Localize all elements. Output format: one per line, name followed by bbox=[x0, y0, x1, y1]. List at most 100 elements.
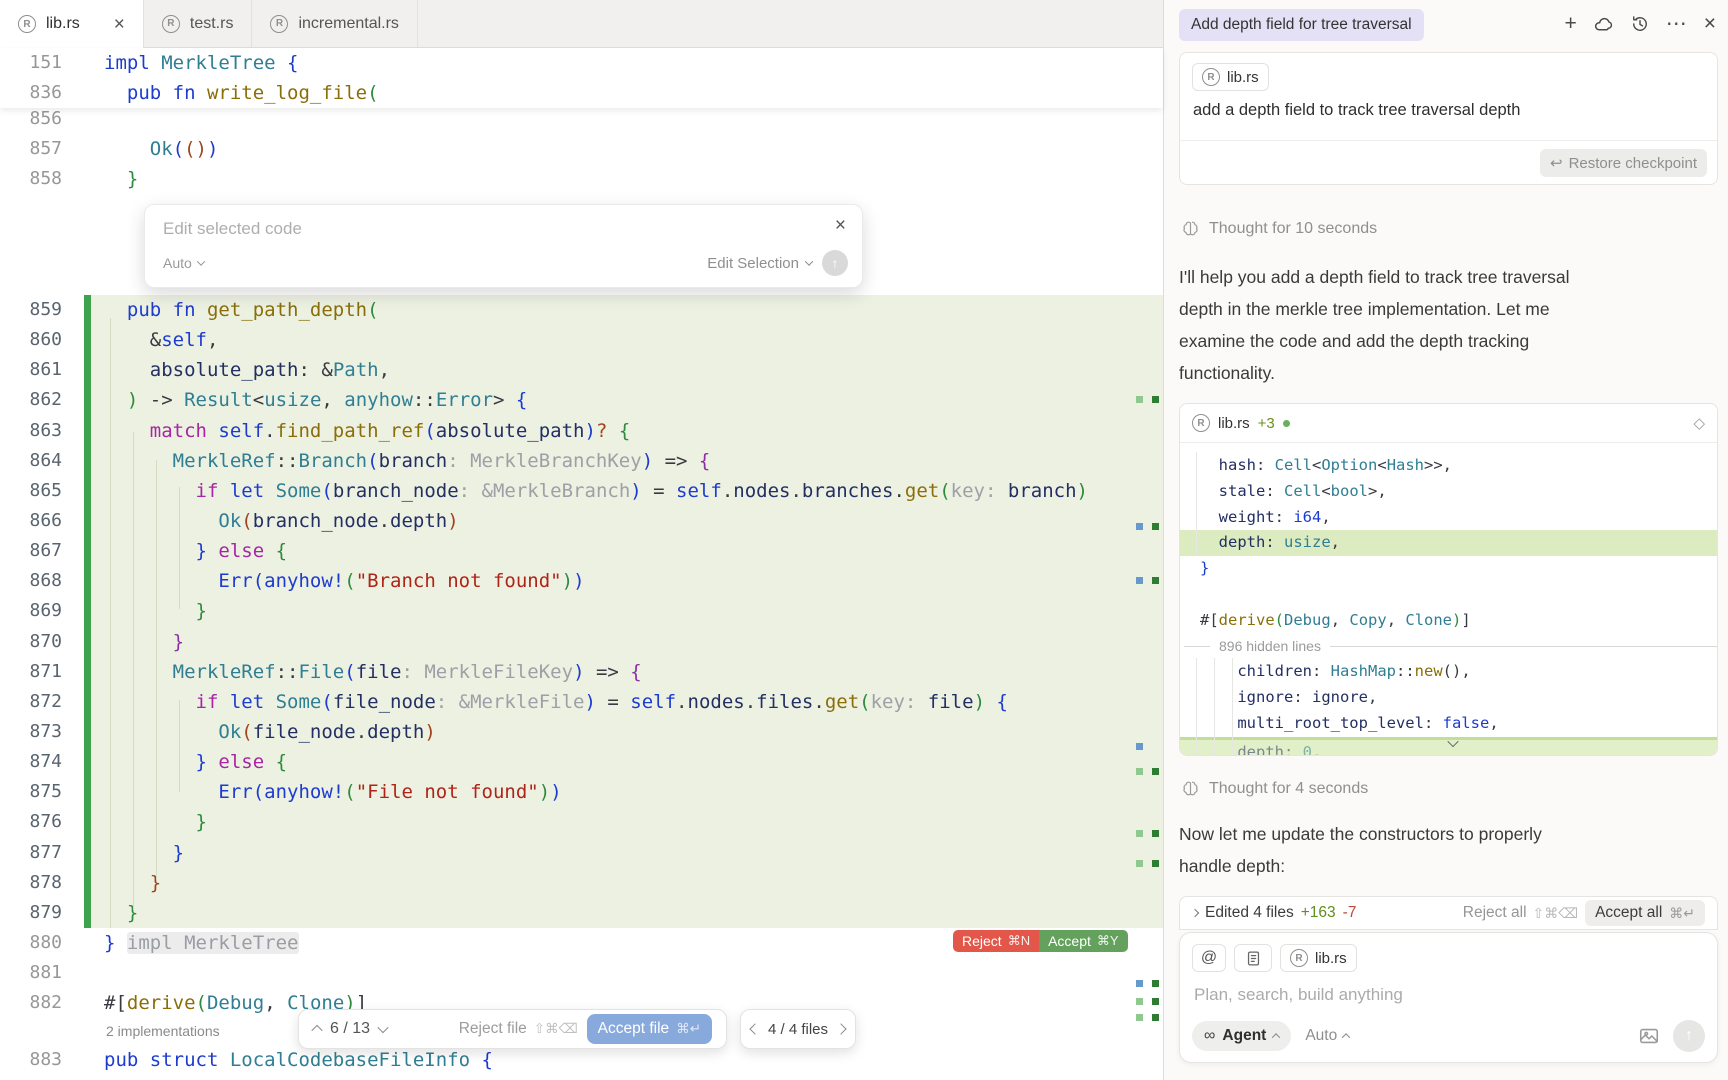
next-file-icon[interactable] bbox=[835, 1023, 846, 1034]
brain-icon bbox=[1181, 219, 1200, 238]
reject-hunk-button[interactable]: Reject ⌘N bbox=[953, 930, 1039, 952]
context-file-chip[interactable]: lib.rs bbox=[1192, 63, 1269, 91]
chip-label: lib.rs bbox=[1315, 950, 1347, 967]
rules-file-button[interactable] bbox=[1234, 944, 1272, 972]
thread-title[interactable]: Add depth field for tree traversal bbox=[1179, 9, 1424, 41]
diff-gutter-bar bbox=[84, 838, 91, 868]
agent-panel: Add depth field for tree traversal + ⋯ ×… bbox=[1164, 0, 1728, 1080]
model-picker[interactable]: Auto bbox=[163, 255, 204, 271]
rust-file-icon bbox=[1192, 414, 1210, 432]
code-area-diff[interactable]: 859 pub fn get_path_depth(860 &self,861 … bbox=[0, 295, 1163, 1076]
next-hunk-icon[interactable] bbox=[377, 1022, 388, 1033]
close-panel-icon[interactable]: × bbox=[1704, 13, 1716, 35]
code-text: Err(anyhow!("File not found")) bbox=[91, 777, 1163, 807]
message-composer[interactable]: @ lib.rs Plan, search, build anything ∞ … bbox=[1179, 932, 1718, 1063]
accept-hunk-button[interactable]: Accept ⌘Y bbox=[1039, 930, 1127, 952]
chevron-down-icon bbox=[805, 257, 813, 265]
code-text: } bbox=[91, 596, 1163, 626]
submit-assist-button[interactable]: ↑ bbox=[822, 250, 848, 276]
code-line: 860 &self, bbox=[0, 325, 1163, 355]
model-picker[interactable]: Auto bbox=[1305, 1027, 1349, 1045]
code-line: 863 match self.find_path_ref(absolute_pa… bbox=[0, 416, 1163, 446]
code-area-top[interactable]: 856857 Ok(())858 } bbox=[0, 104, 1163, 194]
diff-gutter-bar bbox=[84, 687, 91, 717]
code-text: pub fn get_path_depth( bbox=[91, 295, 1163, 325]
edit-selection-dropdown[interactable]: Edit Selection bbox=[707, 255, 812, 272]
restore-checkpoint-button[interactable]: ↩ Restore checkpoint bbox=[1540, 149, 1707, 177]
code-line: 857 Ok(()) bbox=[0, 134, 1163, 164]
code-line: 881 bbox=[0, 958, 1163, 988]
line-number: 871 bbox=[0, 657, 76, 687]
code-line: 874 } else { bbox=[0, 747, 1163, 777]
line-number: 858 bbox=[0, 164, 76, 194]
overflow-menu-icon[interactable]: ⋯ bbox=[1666, 13, 1688, 35]
file-navigation-bar: 4 / 4 files bbox=[740, 1009, 856, 1049]
reject-file-button[interactable]: Reject file ⇧⌘⌫ bbox=[459, 1020, 578, 1038]
accept-file-button[interactable]: Accept file ⌘↵ bbox=[587, 1014, 712, 1044]
tab-lib-rs[interactable]: lib.rs × bbox=[0, 0, 144, 48]
edited-files-label[interactable]: Edited 4 files bbox=[1205, 904, 1294, 922]
diff-file-label: lib.rs bbox=[1218, 415, 1250, 432]
line-number: 878 bbox=[0, 868, 76, 898]
diff-scroll-marker bbox=[1152, 523, 1159, 530]
thought-row[interactable]: Thought for 10 seconds bbox=[1181, 219, 1377, 238]
diff-scroll-marker bbox=[1152, 998, 1159, 1005]
tab-label: test.rs bbox=[190, 15, 234, 33]
rust-file-icon bbox=[18, 15, 36, 33]
code-line: 867 } else { bbox=[0, 536, 1163, 566]
expand-edited-files-icon[interactable] bbox=[1191, 909, 1199, 917]
code-text: impl MerkleTree { bbox=[91, 48, 1163, 78]
code-line: 862 ) -> Result<usize, anyhow::Error> { bbox=[0, 385, 1163, 415]
tab-incremental-rs[interactable]: incremental.rs bbox=[252, 0, 417, 47]
composer-input[interactable]: Plan, search, build anything bbox=[1194, 985, 1403, 1005]
image-attach-icon[interactable] bbox=[1638, 1025, 1660, 1047]
agent-mode-picker[interactable]: ∞ Agent bbox=[1192, 1021, 1291, 1051]
lines-added: +163 bbox=[1301, 904, 1336, 922]
accept-file-label: Accept file bbox=[598, 1020, 670, 1038]
line-number: 866 bbox=[0, 506, 76, 536]
hunk-position: 6 / 13 bbox=[330, 1020, 370, 1038]
code-text: &self, bbox=[91, 325, 1163, 355]
code-line: 879 } bbox=[0, 898, 1163, 928]
code-line: 876 } bbox=[0, 807, 1163, 837]
sticky-context-lines: 151impl MerkleTree {836 pub fn write_log… bbox=[0, 48, 1163, 108]
diff-card-header[interactable]: lib.rs +3 ◇ bbox=[1180, 404, 1717, 443]
code-line: 870 } bbox=[0, 627, 1163, 657]
code-line: 873 Ok(file_node.depth) bbox=[0, 717, 1163, 747]
tab-test-rs[interactable]: test.rs bbox=[144, 0, 253, 47]
cloud-icon[interactable] bbox=[1593, 14, 1614, 35]
code-line: multi_root_top_level: false, bbox=[1180, 711, 1717, 737]
line-number: 872 bbox=[0, 687, 76, 717]
diff-gutter-bar bbox=[84, 295, 91, 325]
line-number bbox=[0, 1018, 76, 1045]
inline-assist-input[interactable]: Edit selected code bbox=[163, 219, 302, 239]
shortcut: ⇧⌘⌫ bbox=[1533, 905, 1579, 922]
code-text: weight: i64, bbox=[1180, 505, 1717, 531]
diff-scroll-marker bbox=[1136, 743, 1143, 750]
diff-scroll-marker bbox=[1136, 830, 1143, 837]
expand-icon[interactable]: ◇ bbox=[1693, 414, 1705, 432]
code-line: 858 } bbox=[0, 164, 1163, 194]
reject-all-button[interactable]: Reject all ⇧⌘⌫ bbox=[1463, 904, 1578, 922]
diff-gutter-bar bbox=[84, 777, 91, 807]
accept-all-button[interactable]: Accept all ⌘↵ bbox=[1585, 900, 1705, 926]
mention-button[interactable]: @ bbox=[1192, 944, 1226, 972]
code-line bbox=[1180, 582, 1717, 608]
new-thread-icon[interactable]: + bbox=[1564, 13, 1576, 35]
line-number: 863 bbox=[0, 416, 76, 446]
close-icon[interactable]: × bbox=[835, 215, 846, 237]
tab-label: lib.rs bbox=[46, 15, 80, 33]
code-line: ignore: ignore, bbox=[1180, 685, 1717, 711]
code-text: } bbox=[91, 807, 1163, 837]
diff-scroll-marker bbox=[1136, 860, 1143, 867]
diff-scroll-marker bbox=[1136, 396, 1143, 403]
send-button[interactable]: ↑ bbox=[1673, 1020, 1705, 1052]
thought-row[interactable]: Thought for 4 seconds bbox=[1181, 779, 1368, 798]
history-icon[interactable] bbox=[1630, 14, 1650, 34]
prev-hunk-icon[interactable] bbox=[311, 1025, 322, 1036]
context-file-chip[interactable]: lib.rs bbox=[1280, 944, 1357, 972]
diff-gutter-bar bbox=[84, 446, 91, 476]
line-number: 874 bbox=[0, 747, 76, 777]
prev-file-icon[interactable] bbox=[749, 1023, 760, 1034]
close-tab-icon[interactable]: × bbox=[114, 15, 125, 34]
